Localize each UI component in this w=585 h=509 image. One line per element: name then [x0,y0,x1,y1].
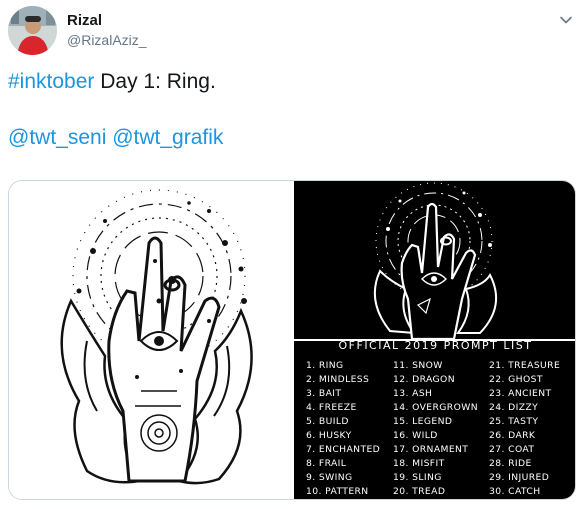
prompt-item: 21. TREASURE [489,360,561,371]
tweet-header: Rizal @RizalAziz_ [8,6,578,56]
tweet-body: Day 1: Ring. [94,70,216,93]
prompt-item: 25. TASTY [489,416,539,427]
prompt-item: 8. FRAIL [306,458,347,469]
chevron-down-icon[interactable] [558,12,574,28]
prompt-item: 1. RING [306,360,344,371]
prompt-item: 10. PATTERN [306,486,369,497]
prompt-item: 3. BAIT [306,388,342,399]
prompt-item: 14. OVERGROWN [393,402,478,413]
tweet-line-mentions: @twt_seni @twt_grafik [8,124,578,152]
media-grid: OFFICIAL 2019 PROMPT LIST 1. RING 2. MIN… [8,180,576,500]
prompt-item: 23. ANCIENT [489,388,552,399]
avatar[interactable] [8,6,57,55]
tweet-spacer [8,96,578,124]
prompt-item: 20. TREAD [393,486,446,497]
prompt-item: 30. CATCH [489,486,541,497]
prompt-item: 7. ENCHANTED [306,444,381,455]
prompt-item: 18. MISFIT [393,458,445,469]
prompt-list-column-2: 11. SNOW 12. DRAGON 13. ASH 14. OVERGROW… [393,359,478,499]
prompt-list-column-1: 1. RING 2. MINDLESS 3. BAIT 4. FREEZE 5.… [306,359,380,499]
prompt-item: 27. COAT [489,444,535,455]
mention-link-seni[interactable]: @twt_seni [8,126,106,149]
user-handle[interactable]: @RizalAziz_ [67,32,147,48]
prompt-list-column-3: 21. TREASURE 22. GHOST 23. ANCIENT 24. D… [489,359,560,499]
prompt-item: 12. DRAGON [393,374,455,385]
prompt-item: 24. DIZZY [489,402,539,413]
prompt-item: 4. FREEZE [306,402,357,413]
prompt-item: 15. LEGEND [393,416,453,427]
prompt-item: 13. ASH [393,388,433,399]
prompt-item: 28. RIDE [489,458,532,469]
mention-link-grafik[interactable]: @twt_grafik [112,126,223,149]
prompt-item: 22. GHOST [489,374,543,385]
prompt-item: 16. WILD [393,430,438,441]
prompt-item: 5. BUILD [306,416,349,427]
prompt-item: 9. SWING [306,472,353,483]
prompt-item: 17. ORNAMENT [393,444,469,455]
media-image-drawing[interactable] [9,181,292,499]
media-image-drawing-inverted[interactable] [294,181,575,341]
prompt-item: 6. HUSKY [306,430,352,441]
prompt-item: 29. INJURED [489,472,550,483]
media-image-prompt-list[interactable]: OFFICIAL 2019 PROMPT LIST 1. RING 2. MIN… [294,339,575,499]
prompt-item: 19. SLING [393,472,442,483]
tweet-line-1: #inktober Day 1: Ring. [8,68,578,96]
prompt-item: 11. SNOW [393,360,443,371]
prompt-item: 2. MINDLESS [306,374,370,385]
prompt-item: 26. DARK [489,430,536,441]
tweet-text: #inktober Day 1: Ring. @twt_seni @twt_gr… [8,68,578,152]
user-name[interactable]: Rizal [67,12,102,29]
prompt-list-title: OFFICIAL 2019 PROMPT LIST [338,339,533,352]
hashtag-link[interactable]: #inktober [8,70,94,93]
